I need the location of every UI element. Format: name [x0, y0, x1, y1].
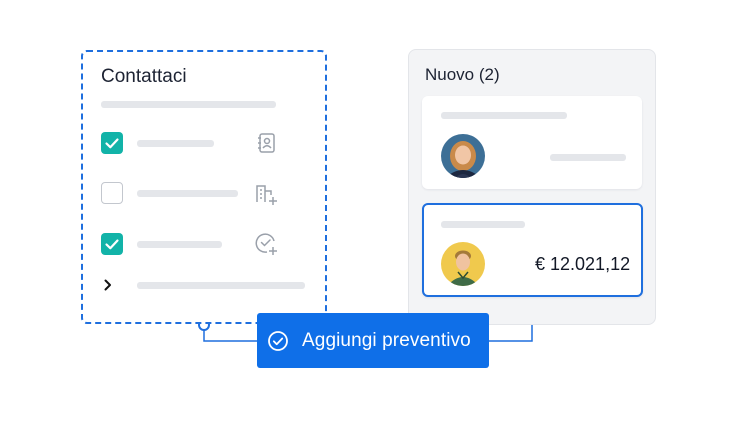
card-1-value-placeholder: [550, 154, 626, 161]
checkbox-row-2[interactable]: [101, 182, 123, 204]
add-quote-button[interactable]: Aggiungi preventivo: [257, 313, 489, 368]
card-2-title-placeholder: [441, 221, 525, 228]
checkbox-row-3[interactable]: [101, 233, 123, 255]
chevron-right-icon[interactable]: [103, 279, 113, 291]
man-avatar: [441, 242, 485, 286]
row-4-label-placeholder: [137, 282, 305, 289]
form-subtitle-placeholder: [101, 101, 276, 108]
form-title: Contattaci: [101, 66, 187, 87]
row-2-label-placeholder: [137, 190, 238, 197]
building-add-icon: [256, 185, 277, 205]
woman-avatar: [441, 134, 485, 178]
deal-amount: € 12.021,12: [535, 254, 631, 274]
row-3-label-placeholder: [137, 241, 222, 248]
row-1-label-placeholder: [137, 140, 214, 147]
card-1-title-placeholder: [441, 112, 567, 119]
check-circle-icon: [268, 330, 288, 351]
column-title: Nuovo (2): [425, 65, 500, 84]
contact-book-icon: [258, 133, 275, 153]
add-quote-label: Aggiungi preventivo: [302, 329, 471, 351]
check-circle-add-icon: [255, 233, 277, 255]
checkbox-row-1[interactable]: [101, 132, 123, 154]
